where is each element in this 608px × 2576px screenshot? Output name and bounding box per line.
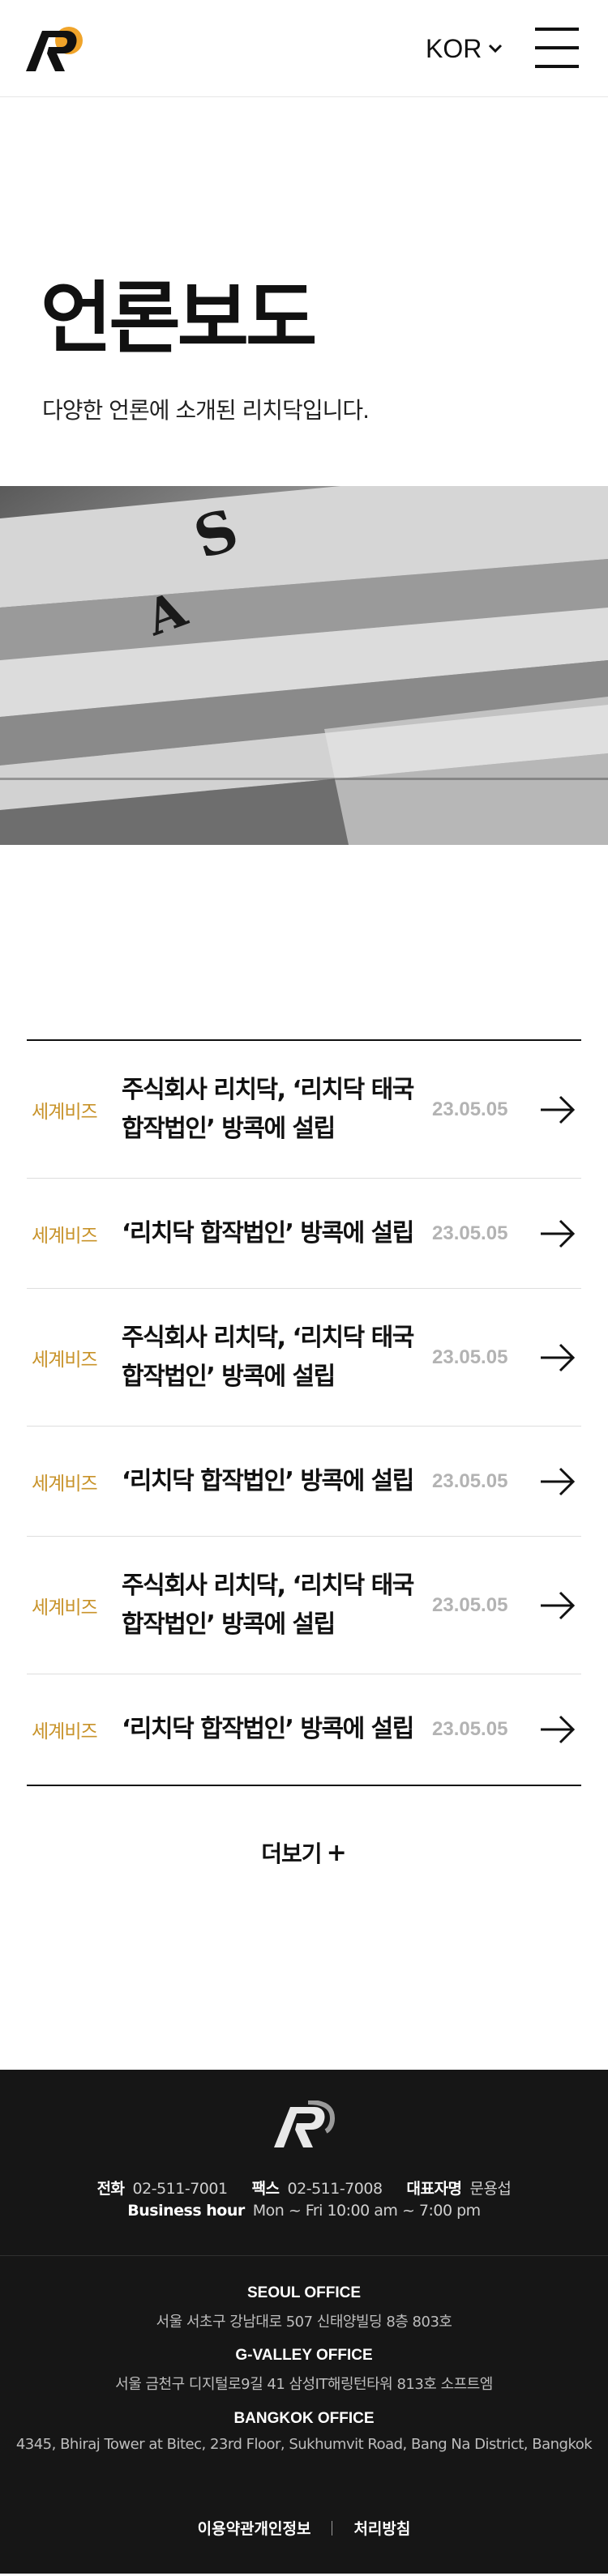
arrow-right-icon: [541, 1467, 576, 1495]
press-date: 23.05.05: [432, 1469, 508, 1492]
hours-label: Business hour: [127, 2202, 245, 2220]
terms-link[interactable]: 이용약관개인정보: [198, 2520, 311, 2538]
press-row[interactable]: 세계비즈 ‘리치닥 합작법인’ 방콕에 설립 23.05.05: [27, 1179, 581, 1289]
fax-label: 팩스: [251, 2180, 280, 2198]
press-row[interactable]: 세계비즈 ‘리치닥 합작법인’ 방콕에 설립 23.05.05: [27, 1674, 581, 1785]
language-label: KOR: [426, 33, 482, 63]
press-source: 세계비즈: [32, 1349, 98, 1371]
footer-links: 이용약관개인정보 처리방침: [0, 2517, 608, 2539]
press-source: 세계비즈: [32, 1101, 98, 1123]
phone-label: 전화: [96, 2180, 125, 2198]
page-title: 언론보도: [41, 273, 317, 364]
office-bangkok: BANGKOK OFFICE 4345, Bhiraj Tower at Bit…: [0, 2410, 608, 2453]
ceo-label: 대표자명: [406, 2180, 462, 2198]
newspaper-stack-photo: S A: [0, 486, 608, 845]
hours-line: Business hour Mon ~ Fri 10:00 am ~ 7:00 p…: [0, 2202, 608, 2220]
arrow-right-icon: [541, 1715, 576, 1744]
press-source: 세계비즈: [32, 1225, 98, 1247]
contact-line: 전화 02-511-7001 팩스 02-511-7008 대표자명 문용섭: [0, 2177, 608, 2199]
press-date: 23.05.05: [432, 1346, 508, 1368]
press-date: 23.05.05: [432, 1098, 508, 1120]
ceo-value: 문용섭: [469, 2180, 512, 2198]
office-name: BANGKOK OFFICE: [233, 2410, 375, 2427]
press-title: 주식회사 리치닥, ‘리치닥 태국 합작법인’ 방콕에 설립: [122, 1075, 414, 1143]
arrow-right-icon: [541, 1343, 576, 1371]
more-container: 더보기 +: [0, 1786, 608, 2070]
press-title: 주식회사 리치닥, ‘리치닥 태국 합작법인’ 방콕에 설립: [122, 1323, 414, 1391]
arrow-right-icon: [541, 1219, 576, 1247]
hamburger-menu-icon[interactable]: [535, 28, 579, 68]
press-list-section: 세계비즈 주식회사 리치닥, ‘리치닥 태국 합작법인’ 방콕에 설립 23.0…: [0, 845, 608, 2070]
more-button[interactable]: 더보기 +: [261, 1836, 346, 1869]
press-row[interactable]: 세계비즈 ‘리치닥 합작법인’ 방콕에 설립 23.05.05: [27, 1427, 581, 1537]
arrow-right-icon: [541, 1591, 576, 1619]
press-date: 23.05.05: [432, 1222, 508, 1244]
press-title: ‘리치닥 합작법인’ 방콕에 설립: [122, 1715, 414, 1743]
arrow-right-icon: [541, 1095, 576, 1124]
press-row[interactable]: 세계비즈 주식회사 리치닥, ‘리치닥 태국 합작법인’ 방콕에 설립 23.0…: [27, 1537, 581, 1674]
language-selector[interactable]: KOR: [426, 32, 503, 65]
footer-divider: [0, 2255, 608, 2256]
page-subtitle: 다양한 언론에 소개된 리치닥입니다.: [42, 397, 370, 424]
press-title: ‘리치닥 합작법인’ 방콕에 설립: [122, 1218, 414, 1247]
press-source: 세계비즈: [32, 1721, 98, 1742]
press-title: ‘리치닥 합작법인’ 방콕에 설립: [122, 1466, 414, 1495]
fax-value: 02-511-7008: [287, 2180, 383, 2198]
press-source: 세계비즈: [32, 1473, 98, 1495]
office-address: 4345, Bhiraj Tower at Bitec, 23rd Floor,…: [15, 2436, 593, 2453]
phone-value: 02-511-7001: [132, 2180, 229, 2198]
rp-logo[interactable]: [24, 24, 86, 73]
office-seoul: SEOUL OFFICE 서울 서초구 강남대로 507 신태양빌딩 8층 80…: [0, 2284, 608, 2331]
press-row[interactable]: 세계비즈 주식회사 리치닥, ‘리치닥 태국 합작법인’ 방콕에 설립 23.0…: [27, 1289, 581, 1427]
more-label: 더보기: [261, 1840, 322, 1867]
office-address: 서울 서초구 강남대로 507 신태양빌딩 8층 803호: [156, 2314, 452, 2331]
site-header: KOR: [0, 0, 608, 97]
office-address: 서울 금천구 디지털로9길 41 삼성IT해링턴타워 813호 소프트엠: [115, 2376, 493, 2393]
hours-value: Mon ~ Fri 10:00 am ~ 7:00 pm: [252, 2202, 481, 2220]
office-name: SEOUL OFFICE: [246, 2284, 362, 2301]
hero-section: 언론보도 다양한 언론에 소개된 리치닥입니다.: [0, 97, 608, 486]
press-row[interactable]: 세계비즈 주식회사 리치닥, ‘리치닥 태국 합작법인’ 방콕에 설립 23.0…: [27, 1041, 581, 1179]
press-date: 23.05.05: [432, 1718, 508, 1740]
plus-icon: +: [326, 1838, 347, 1867]
chevron-down-icon: [489, 44, 503, 53]
rp-logo-footer[interactable]: [272, 2100, 336, 2149]
press-title: 주식회사 리치닥, ‘리치닥 태국 합작법인’ 방콕에 설립: [122, 1571, 414, 1639]
office-name: G-VALLEY OFFICE: [235, 2347, 373, 2364]
privacy-policy-link[interactable]: 처리방침: [353, 2520, 410, 2538]
press-source: 세계비즈: [32, 1597, 98, 1619]
press-date: 23.05.05: [432, 1593, 508, 1616]
office-gvalley: G-VALLEY OFFICE 서울 금천구 디지털로9길 41 삼성IT해링턴…: [0, 2347, 608, 2394]
press-list: 세계비즈 주식회사 리치닥, ‘리치닥 태국 합작법인’ 방콕에 설립 23.0…: [27, 1039, 581, 1786]
site-footer: 전화 02-511-7001 팩스 02-511-7008 대표자명 문용섭 Busine…: [0, 2070, 608, 2574]
